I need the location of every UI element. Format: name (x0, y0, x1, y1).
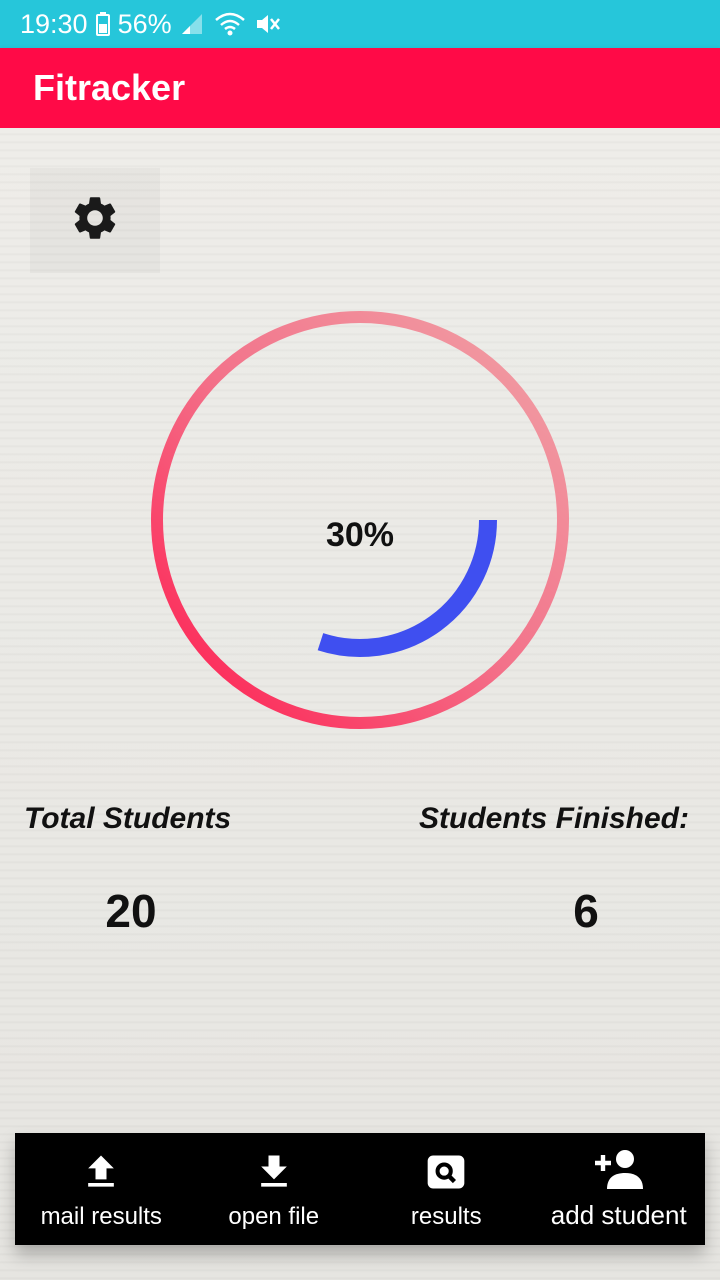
results-label: results (410, 1203, 482, 1230)
add-student-label: add student (550, 1200, 687, 1230)
mute-icon (254, 12, 282, 36)
open-file-button[interactable]: open file (188, 1133, 361, 1245)
battery-icon (95, 12, 110, 36)
signal-icon (180, 12, 206, 36)
status-bar: 19:30 56% (0, 0, 720, 48)
main-content: 30% Total Students Students Finished: 20… (0, 128, 720, 1280)
open-file-label: open file (228, 1203, 320, 1230)
search-icon (424, 1149, 468, 1195)
mail-results-button[interactable]: mail results (15, 1133, 188, 1245)
mail-results-label: mail results (40, 1203, 162, 1230)
progress-ring: 30% (150, 310, 570, 730)
students-finished-label: Students Finished: (419, 802, 689, 835)
total-students-value: 20 (105, 885, 157, 937)
total-students-label: Total Students (24, 802, 232, 835)
upload-icon (79, 1149, 123, 1195)
battery-percent: 56% (117, 8, 172, 39)
add-person-icon (592, 1146, 646, 1192)
add-student-button[interactable]: add student (533, 1133, 706, 1245)
settings-button[interactable] (30, 168, 160, 273)
app-title: Fitracker (33, 67, 186, 108)
wifi-icon (214, 12, 246, 36)
app-bar: Fitracker (0, 48, 720, 128)
status-time: 19:30 (20, 8, 88, 39)
gear-icon (69, 192, 121, 249)
download-icon (252, 1149, 296, 1195)
progress-percent: 30% (325, 515, 395, 554)
students-finished-value: 6 (573, 885, 599, 937)
bottom-nav: mail results open file results add stude… (15, 1133, 705, 1245)
results-button[interactable]: results (360, 1133, 533, 1245)
